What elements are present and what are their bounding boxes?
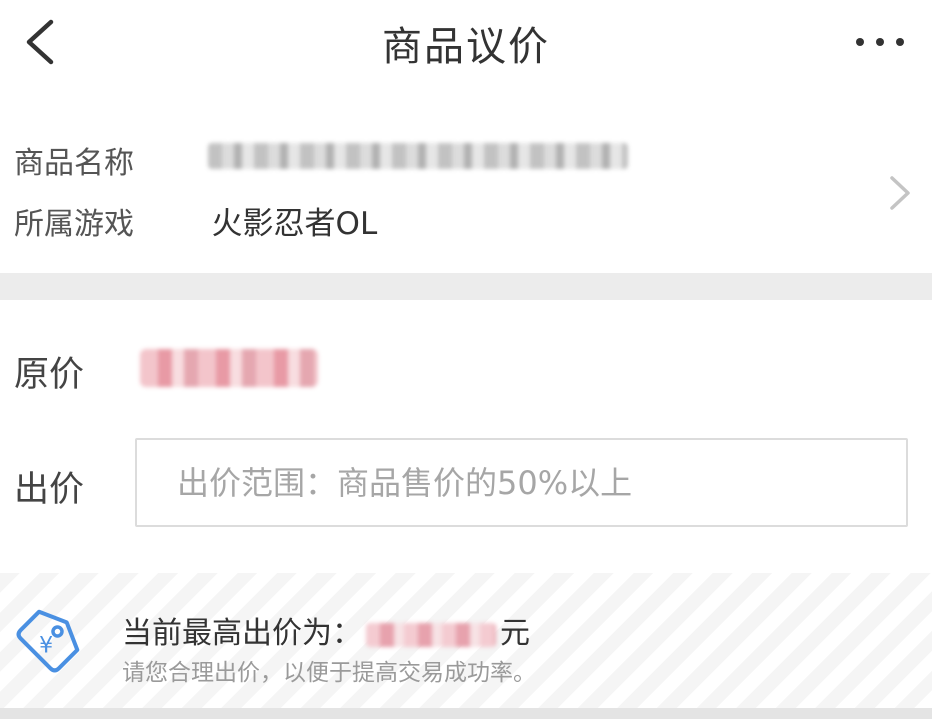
highest-offer-text: 当前最高出价为： 元 [122,608,530,652]
highest-offer-redacted [366,622,496,647]
product-info-card[interactable]: 商品名称 所属游戏 火影忍者OL [0,95,932,273]
bargain-page: 商品议价 商品名称 所属游戏 火影忍者OL 原价 出价 出价范围：商品售价的50… [0,0,932,719]
nav-bar: 商品议价 [0,0,932,95]
product-name-redacted [208,143,628,169]
original-price-redacted [140,349,318,387]
offer-hint-text: 请您合理出价，以便于提高交易成功率。 [122,660,536,686]
product-name-label: 商品名称 [14,146,134,181]
page-title: 商品议价 [382,24,550,70]
game-label: 所属游戏 [14,207,134,242]
highest-offer-prefix: 当前最高出价为： [122,616,362,651]
game-value: 火影忍者OL [211,206,378,242]
section-divider [0,273,932,300]
more-button[interactable] [848,20,912,64]
price-tag-icon: ¥ [16,609,80,673]
game-row: 所属游戏 火影忍者OL [14,198,377,243]
original-price-label: 原价 [14,355,85,395]
product-name-row: 商品名称 [14,138,202,182]
svg-text:¥: ¥ [39,634,53,659]
bottom-divider [0,708,932,719]
more-horizontal-icon [856,38,904,46]
offer-label: 出价 [14,470,85,510]
highest-offer-unit: 元 [500,616,530,651]
chevron-right-icon [890,176,910,210]
offer-price-input[interactable] [135,438,908,527]
